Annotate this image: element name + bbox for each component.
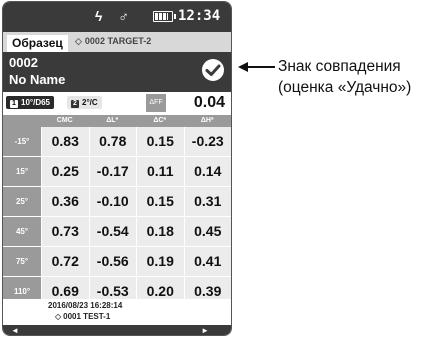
sample-header[interactable]: 0002 No Name	[3, 52, 231, 92]
table-cell: -0.56	[88, 247, 136, 276]
table-cell: 0.83	[41, 127, 89, 156]
tab-sample[interactable]: Образец	[7, 35, 68, 52]
table-cell: 0.11	[136, 157, 184, 186]
condition-bar: 1 10°/D65 2 2°/C ΔFF 0.04	[3, 92, 231, 114]
callout-line	[241, 66, 275, 68]
table-cell: -0.10	[88, 187, 136, 216]
sample-number: 0002	[9, 55, 38, 70]
power-bluetooth-icon: ϟ ♂	[95, 8, 135, 24]
row-angle: 45°	[3, 217, 41, 246]
table-cell: -0.23	[183, 127, 231, 156]
table-cell: 0.15	[136, 187, 184, 216]
dff-label: ΔFF	[146, 94, 166, 112]
row-angle: 25°	[3, 187, 41, 216]
target-label: 0002 TARGET-2	[84, 36, 152, 46]
clock: 12:34	[178, 8, 221, 24]
target-diamond-icon: ◇	[75, 36, 82, 46]
table-cell: 0.19	[136, 247, 184, 276]
callout-text: Знак совпадения (оценка «Удачно»)	[278, 56, 411, 98]
page-navigation: ◄ ►	[3, 325, 231, 335]
header-dc: ΔC*	[153, 117, 167, 124]
check-circle-icon	[202, 59, 224, 81]
table-cell: 0.78	[88, 127, 136, 156]
table-cell: 0.31	[183, 187, 231, 216]
table-row: -15° 0.83 0.78 0.15 -0.23	[3, 127, 231, 157]
table-row: 75° 0.72 -0.56 0.19 0.41	[3, 247, 231, 277]
table-cell: 0.36	[41, 187, 89, 216]
next-page-arrow-icon[interactable]: ►	[201, 326, 209, 335]
status-bar: ϟ ♂ 12:34	[3, 2, 231, 32]
header-dl: ΔL*	[106, 117, 119, 124]
table-cell: 0.41	[183, 247, 231, 276]
page-indicator	[63, 329, 175, 335]
header-dh: ΔH*	[200, 117, 214, 124]
table-cell: 0.15	[136, 127, 184, 156]
row-angle: -15°	[3, 127, 41, 156]
table-cell: 0.25	[41, 157, 89, 186]
tab-bar: Образец ◇ 0002 TARGET-2	[3, 32, 231, 52]
header-cmc: CMC	[56, 117, 73, 124]
instrument-screen: ϟ ♂ 12:34 Образец ◇ 0002 TARGET-2 0002 No…	[2, 1, 232, 336]
target-reference[interactable]: ◇ 0002 TARGET-2	[75, 36, 151, 47]
measurement-datetime: 2016/08/23 16:28:14	[48, 301, 123, 310]
battery-icon	[153, 11, 176, 22]
table-cell: 0.72	[41, 247, 89, 276]
callout-line-2: (оценка «Удачно»)	[278, 79, 412, 96]
table-header: CMC ΔL* ΔC* ΔH*	[3, 115, 231, 127]
table-row: 45° 0.73 -0.54 0.18 0.45	[3, 217, 231, 247]
row-angle: 75°	[3, 247, 41, 276]
sample-name: No Name	[9, 72, 66, 87]
table-row: 25° 0.36 -0.10 0.15 0.31	[3, 187, 231, 217]
table-cell: 0.18	[136, 217, 184, 246]
table-cell: -0.17	[88, 157, 136, 186]
row-angle: 15°	[3, 157, 41, 186]
sample-diamond-icon: ◇	[55, 312, 62, 321]
table-cell: 0.14	[183, 157, 231, 186]
observer-illuminant-secondary[interactable]: 2 2°/C	[67, 96, 102, 109]
prev-page-arrow-icon[interactable]: ◄	[11, 326, 19, 335]
dff-value: 0.04	[193, 94, 225, 111]
header-angle	[3, 115, 41, 127]
table-cell: 0.73	[41, 217, 89, 246]
footer-info: 2016/08/23 16:28:14 ◇ 0001 TEST-1	[3, 299, 231, 325]
table-cell: 0.45	[183, 217, 231, 246]
table-row: 15° 0.25 -0.17 0.11 0.14	[3, 157, 231, 187]
reference-sample: ◇ 0001 TEST-1	[55, 312, 111, 321]
callout-line-1: Знак совпадения	[278, 58, 401, 75]
table-cell: -0.54	[88, 217, 136, 246]
observer-illuminant-primary[interactable]: 1 10°/D65	[6, 96, 54, 109]
color-difference-table: CMC ΔL* ΔC* ΔH* -15° 0.83 0.78 0.15 -0.2…	[3, 115, 231, 307]
